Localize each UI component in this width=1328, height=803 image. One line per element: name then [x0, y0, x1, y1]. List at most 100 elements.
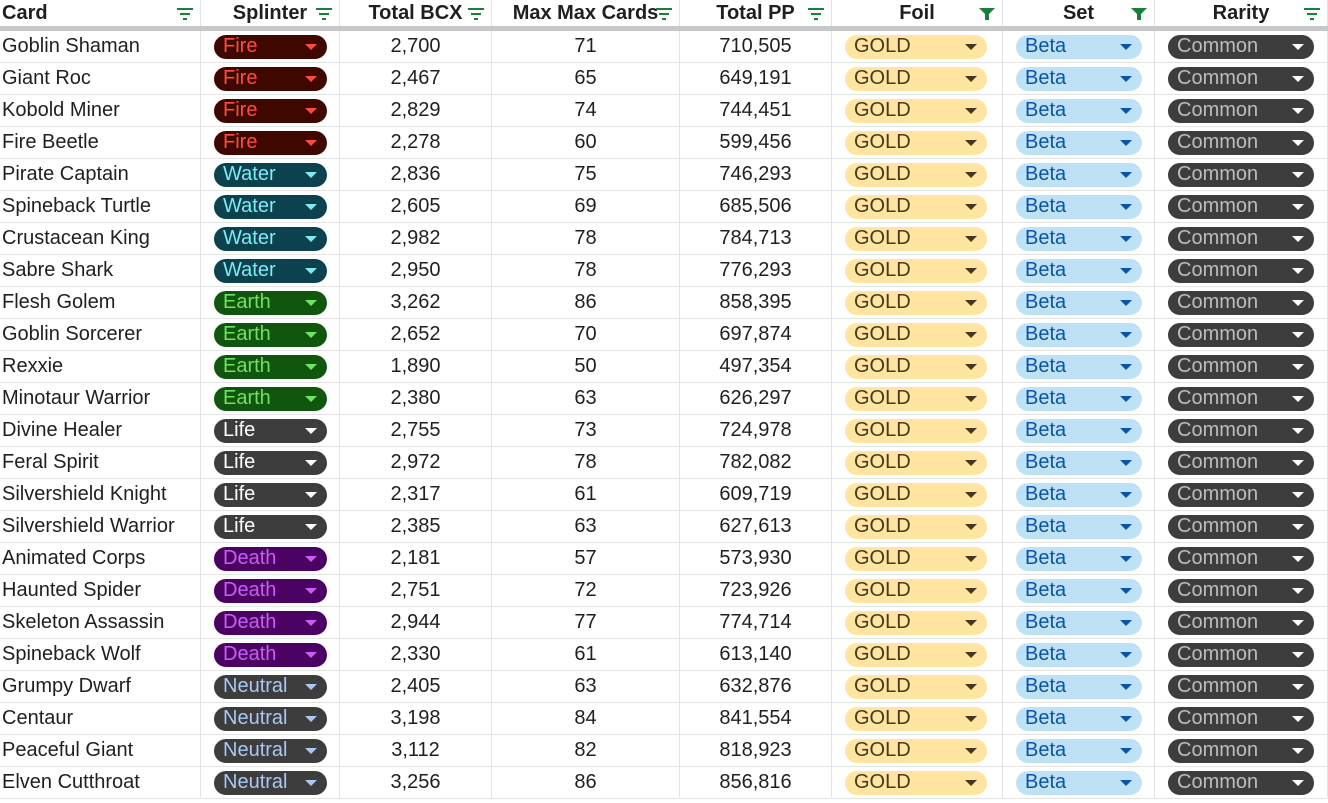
- total-bcx-cell[interactable]: 2,755: [340, 415, 492, 446]
- splinter-dropdown[interactable]: Water: [214, 226, 327, 251]
- dropdown-arrow-icon[interactable]: [965, 491, 977, 498]
- set-dropdown[interactable]: Beta: [1016, 354, 1142, 379]
- dropdown-arrow-icon[interactable]: [305, 683, 317, 690]
- rarity-dropdown[interactable]: Common: [1168, 738, 1314, 763]
- rarity-dropdown[interactable]: Common: [1168, 130, 1314, 155]
- max-cards-cell[interactable]: 60: [492, 127, 680, 158]
- dropdown-arrow-icon[interactable]: [305, 171, 317, 178]
- dropdown-arrow-icon[interactable]: [305, 267, 317, 274]
- dropdown-arrow-icon[interactable]: [1292, 395, 1304, 402]
- dropdown-arrow-icon[interactable]: [1120, 331, 1132, 338]
- dropdown-arrow-icon[interactable]: [305, 523, 317, 530]
- max-cards-cell[interactable]: 78: [492, 447, 680, 478]
- dropdown-arrow-icon[interactable]: [965, 75, 977, 82]
- card-name-cell[interactable]: Spineback Turtle: [0, 191, 201, 222]
- header-total-bcx[interactable]: Total BCX: [340, 0, 492, 26]
- card-name-cell[interactable]: Rexxie: [0, 351, 201, 382]
- total-bcx-cell[interactable]: 3,112: [340, 735, 492, 766]
- splinter-dropdown[interactable]: Neutral: [214, 738, 327, 763]
- dropdown-arrow-icon[interactable]: [965, 587, 977, 594]
- dropdown-arrow-icon[interactable]: [1292, 299, 1304, 306]
- foil-dropdown[interactable]: GOLD: [845, 450, 987, 475]
- dropdown-arrow-icon[interactable]: [305, 491, 317, 498]
- foil-dropdown[interactable]: GOLD: [845, 162, 987, 187]
- dropdown-arrow-icon[interactable]: [965, 747, 977, 754]
- filter-active-icon[interactable]: [978, 7, 996, 21]
- dropdown-arrow-icon[interactable]: [965, 459, 977, 466]
- rarity-dropdown[interactable]: Common: [1168, 66, 1314, 91]
- rarity-dropdown[interactable]: Common: [1168, 482, 1314, 507]
- dropdown-arrow-icon[interactable]: [1120, 555, 1132, 562]
- total-bcx-cell[interactable]: 2,317: [340, 479, 492, 510]
- set-dropdown[interactable]: Beta: [1016, 738, 1142, 763]
- dropdown-arrow-icon[interactable]: [1292, 75, 1304, 82]
- filter-icon[interactable]: [467, 7, 485, 21]
- dropdown-arrow-icon[interactable]: [305, 75, 317, 82]
- splinter-dropdown[interactable]: Death: [214, 642, 327, 667]
- rarity-dropdown[interactable]: Common: [1168, 610, 1314, 635]
- filter-icon[interactable]: [1303, 7, 1321, 21]
- total-pp-cell[interactable]: 697,874: [680, 319, 832, 350]
- max-cards-cell[interactable]: 78: [492, 255, 680, 286]
- rarity-dropdown[interactable]: Common: [1168, 514, 1314, 539]
- total-pp-cell[interactable]: 774,714: [680, 607, 832, 638]
- splinter-dropdown[interactable]: Death: [214, 578, 327, 603]
- rarity-dropdown[interactable]: Common: [1168, 450, 1314, 475]
- header-max-max-cards[interactable]: Max Max Cards: [492, 0, 680, 26]
- total-bcx-cell[interactable]: 2,836: [340, 159, 492, 190]
- card-name-cell[interactable]: Feral Spirit: [0, 447, 201, 478]
- set-dropdown[interactable]: Beta: [1016, 610, 1142, 635]
- foil-dropdown[interactable]: GOLD: [845, 130, 987, 155]
- card-name-cell[interactable]: Elven Cutthroat: [0, 767, 201, 798]
- dropdown-arrow-icon[interactable]: [1292, 683, 1304, 690]
- set-dropdown[interactable]: Beta: [1016, 226, 1142, 251]
- dropdown-arrow-icon[interactable]: [305, 587, 317, 594]
- total-pp-cell[interactable]: 841,554: [680, 703, 832, 734]
- dropdown-arrow-icon[interactable]: [305, 139, 317, 146]
- card-name-cell[interactable]: Sabre Shark: [0, 255, 201, 286]
- total-bcx-cell[interactable]: 2,385: [340, 511, 492, 542]
- rarity-dropdown[interactable]: Common: [1168, 34, 1314, 59]
- rarity-dropdown[interactable]: Common: [1168, 546, 1314, 571]
- total-pp-cell[interactable]: 632,876: [680, 671, 832, 702]
- total-pp-cell[interactable]: 573,930: [680, 543, 832, 574]
- filter-active-icon[interactable]: [1130, 7, 1148, 21]
- total-bcx-cell[interactable]: 3,256: [340, 767, 492, 798]
- rarity-dropdown[interactable]: Common: [1168, 258, 1314, 283]
- total-pp-cell[interactable]: 710,505: [680, 31, 832, 62]
- foil-dropdown[interactable]: GOLD: [845, 98, 987, 123]
- splinter-dropdown[interactable]: Life: [214, 418, 327, 443]
- dropdown-arrow-icon[interactable]: [965, 235, 977, 242]
- dropdown-arrow-icon[interactable]: [305, 107, 317, 114]
- max-cards-cell[interactable]: 65: [492, 63, 680, 94]
- set-dropdown[interactable]: Beta: [1016, 194, 1142, 219]
- rarity-dropdown[interactable]: Common: [1168, 418, 1314, 443]
- rarity-dropdown[interactable]: Common: [1168, 674, 1314, 699]
- foil-dropdown[interactable]: GOLD: [845, 354, 987, 379]
- dropdown-arrow-icon[interactable]: [1120, 203, 1132, 210]
- dropdown-arrow-icon[interactable]: [965, 427, 977, 434]
- dropdown-arrow-icon[interactable]: [1120, 75, 1132, 82]
- set-dropdown[interactable]: Beta: [1016, 34, 1142, 59]
- foil-dropdown[interactable]: GOLD: [845, 578, 987, 603]
- dropdown-arrow-icon[interactable]: [1120, 363, 1132, 370]
- dropdown-arrow-icon[interactable]: [965, 43, 977, 50]
- card-name-cell[interactable]: Silvershield Warrior: [0, 511, 201, 542]
- max-cards-cell[interactable]: 63: [492, 671, 680, 702]
- set-dropdown[interactable]: Beta: [1016, 130, 1142, 155]
- max-cards-cell[interactable]: 84: [492, 703, 680, 734]
- dropdown-arrow-icon[interactable]: [1292, 523, 1304, 530]
- splinter-dropdown[interactable]: Neutral: [214, 706, 327, 731]
- dropdown-arrow-icon[interactable]: [1120, 523, 1132, 530]
- filter-icon[interactable]: [176, 7, 194, 21]
- set-dropdown[interactable]: Beta: [1016, 386, 1142, 411]
- rarity-dropdown[interactable]: Common: [1168, 642, 1314, 667]
- total-bcx-cell[interactable]: 2,751: [340, 575, 492, 606]
- dropdown-arrow-icon[interactable]: [1292, 779, 1304, 786]
- dropdown-arrow-icon[interactable]: [305, 747, 317, 754]
- dropdown-arrow-icon[interactable]: [1120, 171, 1132, 178]
- dropdown-arrow-icon[interactable]: [1292, 171, 1304, 178]
- dropdown-arrow-icon[interactable]: [1120, 683, 1132, 690]
- dropdown-arrow-icon[interactable]: [1292, 587, 1304, 594]
- splinter-dropdown[interactable]: Earth: [214, 354, 327, 379]
